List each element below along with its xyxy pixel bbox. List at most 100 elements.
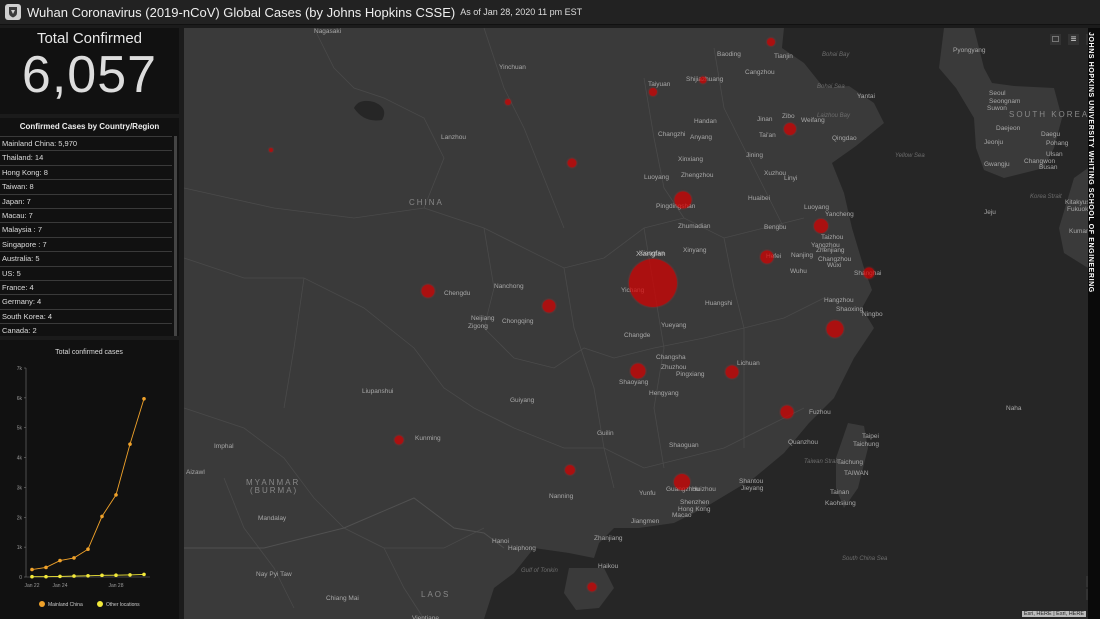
city-label: Tianjin: [774, 53, 793, 60]
city-label: Chengdu: [444, 290, 471, 297]
country-list-item[interactable]: US: 5: [0, 265, 172, 280]
case-bubble[interactable]: [587, 582, 597, 592]
legend-swatch: [39, 601, 45, 607]
case-bubble[interactable]: [649, 88, 657, 96]
y-tick-label: 5k: [17, 426, 23, 432]
city-label: Haiphong: [508, 545, 536, 552]
case-bubble[interactable]: [826, 320, 844, 338]
city-label: Yantai: [857, 93, 875, 100]
case-bubble[interactable]: [674, 474, 690, 490]
data-point: [30, 567, 34, 572]
legend-label: Mainland China: [48, 602, 83, 608]
case-bubble[interactable]: [505, 99, 511, 105]
city-label: Baoding: [717, 51, 741, 58]
data-point: [114, 493, 118, 497]
country-list-item[interactable]: Australia: 5: [0, 251, 172, 265]
city-label: Tai'an: [759, 132, 776, 139]
city-label: Xuzhou: [764, 170, 787, 177]
city-label: Pyongyang: [953, 47, 986, 54]
city-label: Nay Pyi Taw: [256, 571, 292, 578]
city-label: Chiang Mai: [326, 595, 359, 602]
case-bubble[interactable]: [699, 76, 707, 84]
case-bubble[interactable]: [421, 284, 435, 298]
sea-label: Korea Strait: [1030, 194, 1062, 200]
data-point: [44, 574, 48, 579]
case-bubble[interactable]: [780, 405, 794, 419]
case-bubble[interactable]: [269, 148, 273, 152]
country-label: CHINA: [409, 198, 444, 207]
bookmark-icon[interactable]: □: [1050, 34, 1061, 45]
jhu-logo-icon: [5, 4, 21, 20]
case-bubble[interactable]: [760, 250, 774, 264]
country-list-item[interactable]: Germany: 4: [0, 294, 172, 308]
country-list[interactable]: Mainland China: 5,970 Thailand: 14 Hong Ko…: [0, 136, 172, 336]
country-list-item[interactable]: Singapore : 7: [0, 236, 172, 251]
city-label: Luoyang: [804, 204, 829, 211]
city-label: Mandalay: [258, 515, 287, 522]
country-list-item[interactable]: Canada: 2: [0, 323, 172, 336]
city-label: Zhengzhou: [681, 172, 714, 179]
data-point: [142, 572, 146, 577]
city-label: Busan: [1039, 164, 1058, 171]
city-label: Pingxiang: [676, 371, 705, 378]
city-label: Jeju: [984, 209, 996, 216]
city-label: Nanchong: [494, 283, 524, 290]
city-label: Xiangfan: [636, 249, 666, 258]
city-label: Taichung: [837, 459, 864, 466]
case-bubble[interactable]: [725, 365, 739, 379]
y-tick-label: 2k: [17, 515, 23, 521]
city-label: Shenzhen: [680, 499, 710, 506]
case-bubble[interactable]: [767, 38, 775, 46]
city-label: Jinan: [757, 116, 773, 123]
country-label: LAOS: [421, 590, 451, 599]
country-list-item[interactable]: France: 4: [0, 279, 172, 294]
city-label: Macao: [672, 512, 692, 519]
country-list-item[interactable]: Japan: 7: [0, 193, 172, 208]
country-list-item[interactable]: Macau: 7: [0, 207, 172, 222]
city-label: Anyang: [690, 134, 713, 141]
x-tick-label: Jan 22: [24, 583, 39, 589]
case-bubble[interactable]: [674, 191, 692, 209]
legend-swatch: [97, 601, 103, 607]
city-label: Suwon: [987, 105, 1007, 112]
city-label: Bengbu: [764, 224, 787, 231]
country-list-panel: Confirmed Cases by Country/Region Mainla…: [0, 118, 179, 336]
country-label: (BURMA): [250, 486, 299, 495]
city-label: Qingdao: [832, 135, 857, 142]
case-bubble[interactable]: [394, 435, 404, 445]
case-bubble[interactable]: [542, 299, 556, 313]
city-label: Yinchuan: [499, 64, 526, 71]
case-bubble[interactable]: [630, 363, 646, 379]
city-label: Cangzhou: [745, 69, 775, 76]
case-bubble[interactable]: [814, 219, 828, 233]
case-bubble[interactable]: [629, 259, 677, 307]
city-label: Vientiane: [412, 615, 439, 619]
country-list-scrollbar[interactable]: [174, 136, 177, 336]
case-bubble[interactable]: [863, 267, 875, 279]
country-list-item[interactable]: Mainland China: 5,970: [0, 136, 172, 150]
data-point: [100, 573, 104, 578]
layer-list-icon[interactable]: ≡: [1068, 34, 1079, 45]
case-bubble[interactable]: [784, 123, 796, 135]
country-list-item[interactable]: Taiwan: 8: [0, 179, 172, 193]
sea-label: South China Sea: [842, 556, 888, 562]
country-list-item[interactable]: Thailand: 14: [0, 150, 172, 164]
map-view[interactable]: YinchuanLanzhouTaiyuanShijiazhuangTianji…: [184, 28, 1088, 619]
city-label: Zibo: [782, 113, 795, 120]
sea-label: Bohai Sea: [817, 84, 845, 90]
country-list-item[interactable]: Hong Kong: 8: [0, 164, 172, 179]
city-label: Zhanjiang: [594, 535, 623, 542]
country-list-item[interactable]: Malaysia : 7: [0, 222, 172, 236]
case-bubble[interactable]: [567, 158, 577, 168]
city-label: Yueyang: [661, 322, 687, 329]
city-label: Jeonju: [984, 139, 1004, 146]
country-list-item[interactable]: South Korea: 4: [0, 308, 172, 323]
city-label: Huaibei: [748, 195, 771, 202]
sea-label: Gulf of Tonkin: [521, 568, 558, 574]
city-label: Kumamoto: [1069, 228, 1088, 235]
case-bubble[interactable]: [565, 465, 575, 475]
city-label: Nagasaki: [314, 28, 342, 35]
city-label: Gwangju: [984, 161, 1010, 168]
city-label: Handan: [694, 118, 717, 125]
data-point: [86, 574, 90, 578]
